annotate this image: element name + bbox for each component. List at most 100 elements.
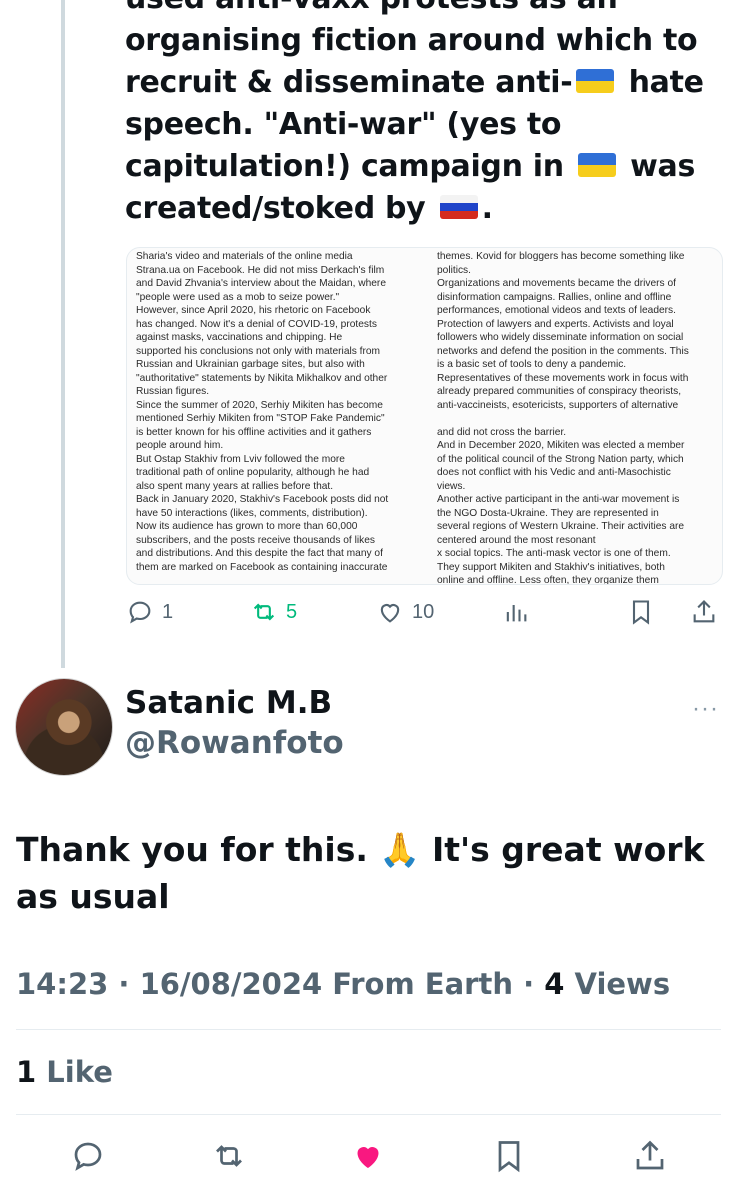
image-text-line: Protection of lawyers and experts. Activ… (437, 318, 674, 330)
image-text-line: views. (437, 480, 466, 492)
reply-button[interactable] (68, 1136, 108, 1176)
views-button[interactable] (502, 598, 530, 626)
image-text-line: Sharia's video and materials of the onli… (136, 251, 353, 262)
likes-label: Like (46, 1055, 113, 1089)
previous-tweet-actions: 1 5 10 (0, 598, 737, 638)
image-text-line: And in December 2020, Mikiten was electe… (437, 440, 685, 451)
image-text-line: Representatives of these movements work … (437, 372, 689, 384)
image-text-line: online and offline. Less often, they org… (437, 575, 659, 585)
views-count: 4 (544, 967, 565, 1001)
tweet-date[interactable]: 16/08/2024 (140, 967, 323, 1001)
views-label: Views (574, 967, 671, 1001)
retweet-button[interactable]: 5 (250, 598, 297, 626)
image-text-line: traditional path of online popularity, a… (136, 467, 370, 478)
image-text-line: But Ostap Stakhiv from Lviv followed the… (136, 453, 345, 465)
tweet-time[interactable]: 14:23 (16, 967, 108, 1001)
image-text-line: and did not cross the barrier. (437, 426, 567, 438)
image-text-line: and distributions. And this despite the … (136, 548, 383, 559)
image-text-line: They support Mikiten and Stakhiv's initi… (437, 561, 665, 573)
image-text-line: x social topics. The anti-mask vector is… (437, 548, 671, 559)
image-text-line: Organizations and movements became the d… (437, 278, 676, 289)
image-text-line: subscribers, and the posts receive thous… (136, 534, 375, 546)
image-text-line: several regions of Western Ukraine. Thei… (437, 521, 685, 532)
reply-button[interactable]: 1 (126, 598, 173, 626)
image-text-line: "authoritative" statements by Nikita Mik… (136, 372, 388, 384)
image-text-line: performances, emotional videos and texts… (437, 305, 676, 316)
image-text-line: is a basic set of tools to deny a pandem… (437, 359, 627, 370)
image-text-line: also spent many years at rallies before … (136, 480, 334, 492)
like-button[interactable]: 10 (376, 598, 434, 626)
tweet-text-line: created/stoked by (125, 191, 436, 226)
display-name[interactable]: Satanic M.B (125, 685, 332, 721)
divider (16, 1029, 721, 1030)
retweet-button[interactable] (209, 1136, 249, 1176)
ukraine-flag-icon (576, 68, 615, 93)
reply-icon (129, 601, 151, 624)
share-icon (693, 600, 715, 623)
image-text-line: Now its audience has grown to more than … (136, 521, 358, 532)
image-text-line: centered around the most resonant (437, 534, 596, 546)
reply-icon (74, 1142, 102, 1171)
share-button[interactable] (690, 598, 718, 626)
image-text-right-column: themes. Kovid for bloggers has become so… (437, 250, 719, 585)
tweet-attached-image[interactable]: Sharia's video and materials of the onli… (126, 247, 723, 585)
image-text-line: people around him. (136, 440, 224, 451)
image-text-line: have 50 interactions (likes, comments, d… (136, 507, 368, 519)
tweet-text-line: recruit & disseminate anti- (125, 65, 573, 100)
separator-dot: · (523, 967, 535, 1001)
ukraine-flag-icon (578, 152, 616, 177)
bookmark-icon (498, 1141, 520, 1173)
image-text-line: themes. Kovid for bloggers has become so… (437, 251, 685, 262)
image-text-line: However, since April 2020, his rhetoric … (136, 305, 371, 316)
likes-summary[interactable]: 1 Like (16, 1055, 113, 1089)
image-text-line: Russian and Ukrainian garbage sites, but… (136, 359, 365, 370)
share-button[interactable] (630, 1136, 670, 1176)
heart-icon (380, 604, 400, 623)
image-text-line: mentioned Serhiy Mikiten from "STOP Fake… (136, 413, 385, 424)
image-text-line: "people were used as a mob to seize powe… (136, 291, 340, 303)
like-button[interactable] (348, 1136, 388, 1176)
image-text-line: the NGO Dosta-Ukraine. They are represen… (437, 507, 659, 519)
image-text-line: already prepared communities of conspira… (437, 386, 682, 397)
russia-flag-icon (439, 194, 478, 219)
image-text-line: Another active participant in the anti-w… (437, 494, 680, 505)
separator-dot: · (118, 967, 130, 1001)
image-text-line: supported his conclusions not only with … (136, 345, 381, 357)
retweet-icon (253, 603, 275, 621)
bookmark-button[interactable] (489, 1136, 529, 1176)
retweet-count: 5 (286, 600, 298, 623)
image-text-line: does not conflict with his Vedic and ant… (437, 467, 671, 478)
image-text-line: Russian figures. (136, 386, 210, 397)
tweet-metadata: 14:23 · 16/08/2024 From Earth · 4 Views (16, 967, 670, 1001)
tweet-text-line: used anti-vaxx protests as an (125, 0, 618, 16)
analytics-icon (506, 605, 527, 622)
tweet-text-line: hate (618, 65, 704, 100)
image-text-line: Since the summer of 2020, Serhiy Mikiten… (136, 399, 383, 411)
bookmark-button[interactable] (627, 598, 655, 626)
image-text-line: anti-vaccineists, esotericists, supporte… (437, 399, 679, 411)
retweet-icon (216, 1145, 242, 1167)
image-text-line: Back in January 2020, Stakhiv's Facebook… (136, 494, 389, 505)
image-text-line: of the political council of the Strong N… (437, 453, 684, 465)
reply-tweet-header: Satanic M.B @Rowanfoto ··· (0, 673, 737, 783)
image-text-line: disinformation campaigns. Rallies, onlin… (437, 291, 672, 303)
more-options-icon[interactable]: ··· (692, 695, 719, 723)
thread-connector-line (61, 0, 65, 668)
image-text-left-column: Sharia's video and materials of the onli… (136, 250, 418, 574)
tweet-source: From Earth (332, 967, 513, 1001)
tweet-text-line: organising fiction around which to (125, 23, 698, 58)
image-text-line: is better known for his offline activiti… (136, 426, 372, 438)
reply-count: 1 (162, 600, 174, 623)
tweet-text-line: was (620, 149, 696, 184)
image-text-line: and David Zhvania's interview about the … (136, 278, 386, 289)
image-text-line: them are marked on Facebook as containin… (136, 561, 388, 573)
image-text-line: Strana.ua on Facebook. He did not miss D… (136, 264, 385, 276)
avatar[interactable] (15, 678, 113, 776)
image-text-line: against masks, vaccinations and chipping… (136, 332, 343, 343)
user-handle[interactable]: @Rowanfoto (125, 725, 344, 761)
like-count: 10 (412, 600, 435, 623)
bookmark-icon (632, 600, 650, 625)
tweet-text-line: capitulation!) campaign in (125, 149, 574, 184)
image-text-line: networks and defend the position in the … (437, 345, 689, 357)
divider (16, 1114, 721, 1115)
